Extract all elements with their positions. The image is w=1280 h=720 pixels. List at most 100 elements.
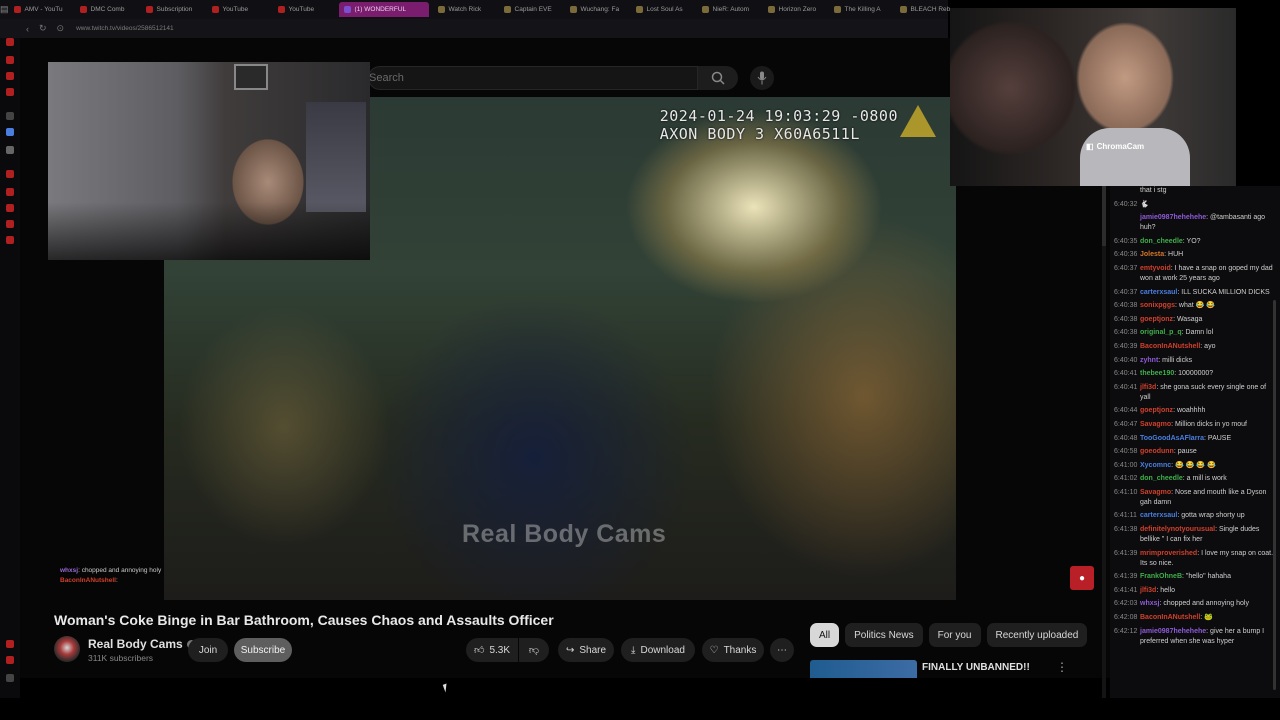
chat-username[interactable]: original_p_q bbox=[1140, 329, 1182, 336]
browser-tab[interactable]: YouTube bbox=[273, 2, 335, 17]
browser-tab[interactable]: DMC Comb bbox=[75, 2, 137, 17]
browser-tab[interactable]: BLEACH Reb bbox=[895, 2, 957, 17]
chat-username[interactable]: BaconInANutshell bbox=[1140, 614, 1200, 621]
voice-search-button[interactable] bbox=[750, 66, 774, 90]
search-button[interactable] bbox=[698, 66, 738, 90]
site-info-icon[interactable]: ⊙ bbox=[57, 23, 65, 34]
dislike-button[interactable]: 👎︎ bbox=[519, 638, 549, 662]
search-input[interactable]: Search bbox=[368, 66, 698, 90]
chat-username[interactable]: carterxsaul bbox=[1140, 289, 1177, 296]
browser-tab[interactable]: Subscription bbox=[141, 2, 203, 17]
sidebar-app-icon[interactable] bbox=[6, 640, 14, 648]
chat-username[interactable]: TooGoodAsAFlarra bbox=[1140, 435, 1204, 442]
sidebar-app-icon[interactable] bbox=[6, 220, 14, 228]
chat-username[interactable]: whxsj bbox=[1140, 600, 1159, 607]
browser-tab[interactable]: AMV - YouTu bbox=[9, 2, 71, 17]
subscribe-button[interactable]: Subscribe bbox=[234, 638, 292, 662]
chat-text: : PAUSE bbox=[1204, 434, 1232, 442]
browser-tab[interactable]: Watch Rick bbox=[433, 2, 495, 17]
chat-username[interactable]: Jolesta bbox=[1140, 251, 1164, 258]
chat-message: that i stg bbox=[1110, 186, 1280, 196]
chat-username[interactable]: carterxsaul bbox=[1140, 512, 1177, 519]
chat-username[interactable]: jamie0987hehehehe bbox=[1140, 628, 1206, 635]
chat-username[interactable]: mrimproverished bbox=[1140, 550, 1197, 557]
sidebar-app-icon[interactable] bbox=[6, 236, 14, 244]
chat-username[interactable]: FrankOhneB bbox=[1140, 573, 1182, 580]
filter-chip[interactable]: For you bbox=[928, 623, 981, 647]
more-actions-button[interactable]: ⋯ bbox=[770, 638, 794, 662]
chat-username[interactable]: goeodunn bbox=[1140, 448, 1174, 455]
browser-tab[interactable]: Captain EVE bbox=[499, 2, 561, 17]
browser-tab[interactable]: Horizon Zero bbox=[763, 2, 825, 17]
join-button[interactable]: Join bbox=[188, 638, 228, 662]
sidebar-app-icon[interactable] bbox=[6, 128, 14, 136]
browser-tab[interactable]: The Killing A bbox=[829, 2, 891, 17]
chat-username[interactable]: thebee190 bbox=[1140, 370, 1174, 377]
sidebar-app-icon[interactable] bbox=[6, 188, 14, 196]
filter-chip[interactable]: Recently uploaded bbox=[986, 623, 1088, 647]
sidebar-youtube-icon[interactable] bbox=[6, 88, 14, 96]
share-icon: ↪ bbox=[565, 644, 575, 656]
webcam-shadow bbox=[48, 202, 370, 260]
sidebar-app-icon[interactable] bbox=[6, 170, 14, 178]
scroll-thumb[interactable] bbox=[1102, 186, 1106, 246]
channel-name-text[interactable]: Real Body Cams bbox=[88, 637, 183, 651]
chat-username[interactable]: emtyvoid bbox=[1140, 265, 1171, 272]
back-icon[interactable]: ‹ bbox=[26, 24, 29, 34]
thanks-button[interactable]: ♡ Thanks bbox=[702, 638, 764, 662]
share-button[interactable]: ↪ Share bbox=[558, 638, 614, 662]
browser-tab[interactable]: (1) WONDERFUL bbox=[338, 2, 429, 17]
sidebar-youtube-icon[interactable] bbox=[6, 56, 14, 64]
like-button[interactable]: 👍︎ 5.3K bbox=[466, 638, 518, 662]
sidebar-youtube-icon[interactable] bbox=[6, 72, 14, 80]
chat-username[interactable]: Savagmo bbox=[1140, 421, 1171, 428]
bodycam-device-line: AXON BODY 3 X60A6511L bbox=[659, 125, 860, 143]
chat-timestamp: 6:40:37 bbox=[1114, 264, 1138, 272]
download-button[interactable]: ⤓ Download bbox=[621, 638, 695, 662]
chat-username[interactable]: definitelynotyourusual bbox=[1140, 526, 1215, 533]
chat-username[interactable]: goeptjonz bbox=[1140, 316, 1173, 323]
chat-message: 6:42:08 BaconInANutshell: 🐸 bbox=[1110, 613, 1280, 623]
youtube-favicon-icon bbox=[277, 6, 285, 13]
subscribe-watermark-button[interactable]: ● bbox=[1070, 566, 1094, 590]
chat-username[interactable]: Xycomnc bbox=[1140, 462, 1171, 469]
chat-username[interactable]: goeptjonz bbox=[1140, 407, 1173, 414]
chat-username[interactable]: jamie0987hehehehe bbox=[1140, 214, 1206, 221]
sidebar-settings-icon[interactable] bbox=[6, 674, 14, 682]
youtube-favicon-icon bbox=[145, 6, 153, 13]
browser-tab[interactable]: Wuchang: Fa bbox=[565, 2, 627, 17]
chat-left-scrollbar[interactable] bbox=[1102, 186, 1106, 698]
chat-username[interactable]: Savagmo bbox=[1140, 489, 1171, 496]
chat-username[interactable]: don_cheedle bbox=[1140, 238, 1183, 245]
sidebar-app-icon[interactable] bbox=[6, 112, 14, 120]
recommended-title[interactable]: FINALLY UNBANNED!! bbox=[922, 662, 1030, 673]
browser-tab-label: Subscription bbox=[156, 6, 193, 13]
thanks-label: Thanks bbox=[723, 644, 757, 656]
chat-username[interactable]: don_cheedle bbox=[1140, 475, 1183, 482]
filter-chip[interactable]: All bbox=[810, 623, 840, 647]
sidebar-app-icon[interactable] bbox=[6, 656, 14, 664]
chat-scrollbar[interactable] bbox=[1273, 300, 1276, 690]
chat-username[interactable]: zyhnt bbox=[1140, 357, 1158, 364]
chat-username[interactable]: jlfi3d bbox=[1140, 384, 1156, 391]
channel-name[interactable]: Real Body Cams bbox=[88, 637, 196, 651]
browser-tab[interactable]: YouTube bbox=[207, 2, 269, 17]
chat-username[interactable]: BaconInANutshell bbox=[1140, 343, 1200, 350]
tab-menu-icon[interactable]: ▤ bbox=[0, 0, 9, 19]
sidebar-x-icon[interactable] bbox=[6, 146, 14, 154]
browser-tab[interactable]: Lost Soul As bbox=[631, 2, 693, 17]
channel-avatar[interactable] bbox=[54, 636, 80, 662]
sidebar-app-icon[interactable] bbox=[6, 204, 14, 212]
filter-chip[interactable]: Politics News bbox=[845, 623, 923, 647]
recommended-thumbnail[interactable] bbox=[810, 660, 917, 678]
reload-icon[interactable]: ↻ bbox=[39, 23, 47, 34]
chat-timestamp: 6:40:38 bbox=[1114, 302, 1138, 310]
recommended-more-icon[interactable]: ⋮ bbox=[1056, 660, 1068, 674]
url-field[interactable]: www.twitch.tv/videos/2586512141 bbox=[76, 25, 174, 32]
chat-timestamp: 6:40:39 bbox=[1114, 342, 1138, 350]
chat-username[interactable]: sonixpggs bbox=[1140, 302, 1175, 309]
chat-username[interactable]: jlfi3d bbox=[1140, 587, 1156, 594]
browser-tab[interactable]: NieR: Autom bbox=[697, 2, 759, 17]
sidebar-youtube-icon[interactable] bbox=[6, 38, 14, 46]
chat-text: 🐇 bbox=[1140, 200, 1149, 208]
